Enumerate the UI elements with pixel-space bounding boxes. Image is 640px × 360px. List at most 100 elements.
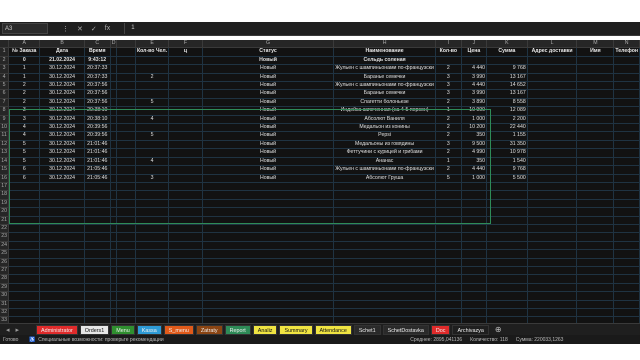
cell[interactable]: 1 [435,106,462,116]
cell[interactable]: 30.12.2024 [39,123,85,133]
row-header[interactable]: 9 [0,115,10,125]
cell[interactable] [576,224,615,234]
cell[interactable] [333,274,436,284]
cell[interactable] [461,224,488,234]
cell[interactable]: 30.12.2024 [39,81,85,91]
cell[interactable] [333,190,436,200]
cell[interactable]: 30.12.2024 [39,148,85,158]
cell[interactable] [527,64,578,74]
cell[interactable] [135,224,170,234]
cell[interactable] [527,249,578,259]
cell[interactable]: Новый [202,73,335,83]
row-header[interactable]: 28 [0,274,10,284]
cell[interactable] [168,216,203,225]
cell[interactable] [110,190,118,200]
sheet-tab[interactable]: Orders1 [79,324,110,335]
cell[interactable] [486,274,528,284]
cell[interactable] [613,274,640,284]
cell[interactable] [576,283,615,293]
cell[interactable]: 10 990 [461,106,488,116]
cell[interactable] [613,165,640,175]
cell[interactable]: 2 [8,98,41,108]
cell[interactable] [527,56,578,66]
cell[interactable] [202,300,335,310]
cell[interactable] [39,249,85,259]
cell[interactable] [435,283,462,293]
cell[interactable] [486,207,528,217]
cell[interactable] [435,182,462,192]
cell[interactable] [8,241,41,251]
cell[interactable] [84,274,111,284]
cell[interactable] [333,291,436,301]
cell[interactable] [576,64,615,74]
cell[interactable] [461,258,488,267]
cell[interactable] [486,224,528,234]
cell[interactable]: 3 990 [461,89,488,99]
cell[interactable]: 3 890 [461,98,488,108]
cell[interactable] [8,249,41,259]
cell[interactable] [576,241,615,251]
cell[interactable]: 0 [8,56,41,66]
cell[interactable] [135,56,170,66]
cell[interactable] [435,249,462,259]
cell[interactable] [613,207,640,217]
cell[interactable] [435,190,462,200]
row-header[interactable]: 16 [0,174,10,183]
cell[interactable] [527,224,578,234]
cell[interactable]: 20:37:56 [84,89,111,99]
sheet-tab[interactable]: Administrator [36,324,78,335]
cell[interactable] [8,274,41,284]
cell[interactable]: 21:01:46 [84,157,111,167]
row-header[interactable]: 25 [0,249,10,259]
cell[interactable]: 350 [461,131,488,141]
cell[interactable]: Абсолют Ваниля [333,115,436,125]
cell[interactable] [461,274,488,284]
cell[interactable]: 3 [435,81,462,91]
cell[interactable] [333,283,436,293]
formula-input[interactable]: 1 [124,23,640,34]
cell[interactable] [613,140,640,150]
cell[interactable] [8,224,41,234]
cell[interactable] [202,283,335,293]
cell[interactable]: 30.12.2024 [39,106,85,116]
cell[interactable] [110,207,118,217]
cell[interactable]: Новый [202,140,335,150]
cell[interactable]: 20:37:56 [84,98,111,108]
cell[interactable]: Абсолют Груша [333,174,436,183]
cell[interactable] [8,258,41,267]
cell[interactable] [168,308,203,318]
next-sheet-icon[interactable]: ▸ [16,326,20,334]
cell[interactable] [527,182,578,192]
cell[interactable] [8,190,41,200]
cell[interactable] [8,182,41,192]
cell[interactable] [576,274,615,284]
cell[interactable]: 4 440 [461,81,488,91]
cell[interactable] [168,89,203,99]
cell[interactable]: 20:37:33 [84,64,111,74]
cell[interactable]: 21:05:46 [84,165,111,175]
row-header[interactable]: 32 [0,308,10,318]
sheet-tab[interactable]: Archivazya [452,324,489,335]
cell[interactable] [110,274,118,284]
cell[interactable] [527,232,578,242]
cell[interactable] [110,140,118,150]
row-header[interactable]: 11 [0,131,10,141]
sheet-tab[interactable]: SchetDostavka [382,324,429,335]
cell[interactable] [333,266,436,276]
cell[interactable] [39,300,85,310]
cell[interactable] [435,207,462,217]
cell[interactable] [613,64,640,74]
cell[interactable]: 3 [8,106,41,116]
cell[interactable] [110,73,118,83]
add-sheet-icon[interactable]: ⊕ [495,325,502,334]
cell[interactable] [39,199,85,209]
row-header[interactable]: 4 [0,73,10,83]
cell[interactable]: 4 440 [461,165,488,175]
cell[interactable]: Новый [202,64,335,74]
cell[interactable] [168,64,203,74]
cell[interactable] [613,258,640,267]
cell[interactable] [168,157,203,167]
cell[interactable]: 5 [8,157,41,167]
cell[interactable] [613,199,640,209]
function-icon[interactable]: fx [105,25,110,33]
